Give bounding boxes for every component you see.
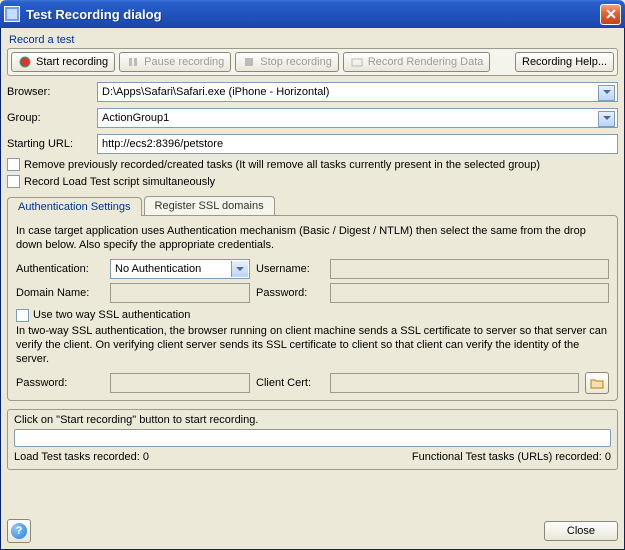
auth-description: In case target application uses Authenti… xyxy=(16,224,609,253)
close-button[interactable]: Close xyxy=(544,521,618,541)
browser-combo[interactable]: D:\Apps\Safari\Safari.exe (iPhone - Hori… xyxy=(97,82,618,102)
browse-cert-button[interactable] xyxy=(585,372,609,394)
record-rendering-button[interactable]: Record Rendering Data xyxy=(343,52,491,72)
dialog-content: Record a test Start recording Pause reco… xyxy=(0,28,625,550)
tab-ssl-domains[interactable]: Register SSL domains xyxy=(144,196,275,215)
chevron-down-icon xyxy=(236,267,244,271)
username-label: Username: xyxy=(256,263,324,275)
stop-icon xyxy=(242,55,256,69)
render-icon xyxy=(350,55,364,69)
pause-recording-button[interactable]: Pause recording xyxy=(119,52,231,72)
status-hint: Click on "Start recording" button to sta… xyxy=(14,414,611,426)
toolbar: Start recording Pause recording Stop rec… xyxy=(7,48,618,76)
cert-password-label: Password: xyxy=(16,377,104,389)
progress-bar xyxy=(14,429,611,447)
password-label: Password: xyxy=(256,287,324,299)
button-label: Pause recording xyxy=(144,56,224,68)
cert-password-input[interactable] xyxy=(110,373,250,393)
status-area: Click on "Start recording" button to sta… xyxy=(7,409,618,470)
close-icon xyxy=(606,9,616,19)
functional-tasks-count: Functional Test tasks (URLs) recorded: 0 xyxy=(412,451,611,463)
button-label: Start recording xyxy=(36,56,108,68)
client-cert-input[interactable] xyxy=(330,373,579,393)
stop-recording-button[interactable]: Stop recording xyxy=(235,52,339,72)
window-title: Test Recording dialog xyxy=(26,7,600,22)
input-value: http://ecs2:8396/petstore xyxy=(102,138,223,150)
tab-label: Authentication Settings xyxy=(18,201,131,213)
combo-value: No Authentication xyxy=(115,263,201,275)
auth-type-combo[interactable]: No Authentication xyxy=(110,259,250,279)
domain-label: Domain Name: xyxy=(16,287,104,299)
app-icon xyxy=(4,6,20,22)
tab-bar: Authentication Settings Register SSL dom… xyxy=(7,196,618,215)
button-label: Record Rendering Data xyxy=(368,56,484,68)
checkbox-label: Remove previously recorded/created tasks… xyxy=(24,159,540,171)
password-input[interactable] xyxy=(330,283,609,303)
client-cert-label: Client Cert: xyxy=(256,377,324,389)
username-input[interactable] xyxy=(330,259,609,279)
record-loadtest-checkbox[interactable] xyxy=(7,175,20,188)
group-combo[interactable]: ActionGroup1 xyxy=(97,108,618,128)
start-recording-button[interactable]: Start recording xyxy=(11,52,115,72)
auth-panel: In case target application uses Authenti… xyxy=(7,215,618,401)
recording-help-button[interactable]: Recording Help... xyxy=(515,52,614,72)
bottom-row: ? Close xyxy=(7,511,618,543)
checkbox-label: Use two way SSL authentication xyxy=(33,309,190,321)
group-label: Group: xyxy=(7,112,97,124)
help-button[interactable]: ? xyxy=(7,519,31,543)
pause-icon xyxy=(126,55,140,69)
groupbox-title: Record a test xyxy=(9,34,618,46)
remove-tasks-checkbox[interactable] xyxy=(7,158,20,171)
auth-type-label: Authentication: xyxy=(16,263,104,275)
checkbox-label: Record Load Test script simultaneously xyxy=(24,176,215,188)
window-close-button[interactable] xyxy=(600,4,621,25)
twoway-ssl-checkbox[interactable] xyxy=(16,309,29,322)
chevron-down-icon xyxy=(603,116,611,120)
tab-label: Register SSL domains xyxy=(155,200,264,212)
combo-value: ActionGroup1 xyxy=(102,112,169,124)
help-icon: ? xyxy=(11,523,27,539)
combo-value: D:\Apps\Safari\Safari.exe (iPhone - Hori… xyxy=(102,86,329,98)
folder-icon xyxy=(590,377,604,389)
record-icon xyxy=(18,55,32,69)
browser-label: Browser: xyxy=(7,86,97,98)
chevron-down-icon xyxy=(603,90,611,94)
button-label: Close xyxy=(567,525,595,537)
button-label: Recording Help... xyxy=(522,56,607,68)
titlebar: Test Recording dialog xyxy=(0,0,625,28)
url-label: Starting URL: xyxy=(7,138,97,150)
load-tasks-count: Load Test tasks recorded: 0 xyxy=(14,451,412,463)
tab-authentication[interactable]: Authentication Settings xyxy=(7,197,142,216)
starting-url-input[interactable]: http://ecs2:8396/petstore xyxy=(97,134,618,154)
domain-input[interactable] xyxy=(110,283,250,303)
button-label: Stop recording xyxy=(260,56,332,68)
twoway-description: In two-way SSL authentication, the brows… xyxy=(16,324,609,367)
